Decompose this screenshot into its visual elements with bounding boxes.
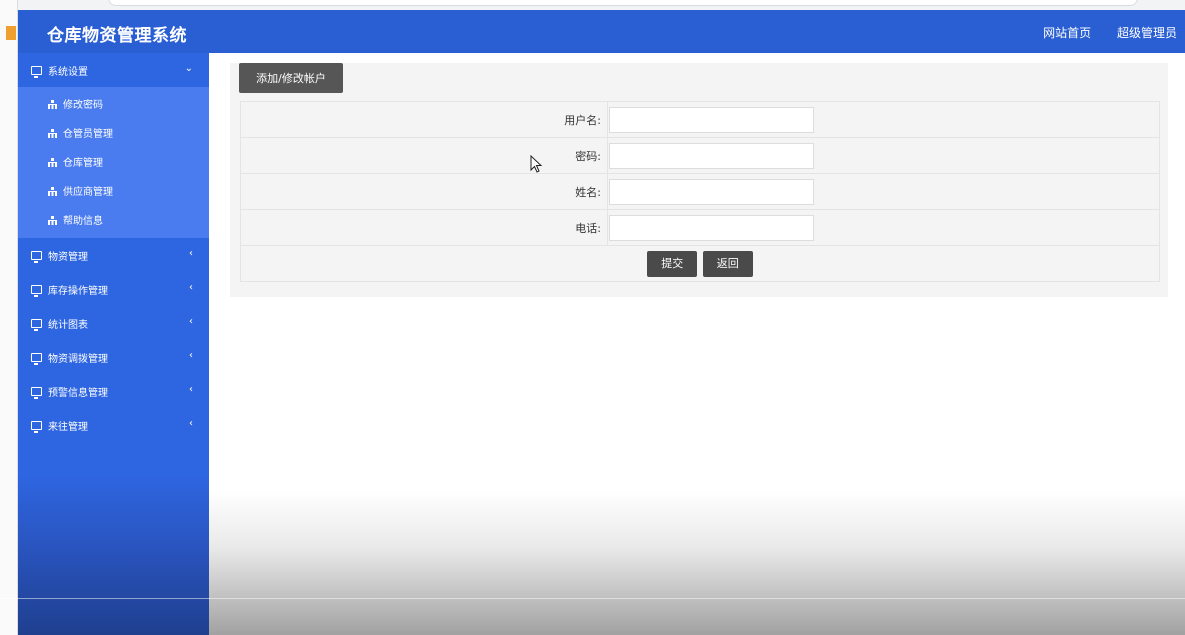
sidebar-subitem-label: 帮助信息 [63,216,103,227]
form-row: 用户名: [240,101,1160,138]
sidebar-item-system-settings[interactable]: 系统设置 ⌄ [18,53,209,87]
sidebar-item-statistics-charts[interactable]: 统计图表 ‹ [18,306,209,340]
sidebar-item-label: 来往管理 [48,421,88,433]
phone-label: 电话: [240,209,608,246]
sidebar-item-label: 预警信息管理 [48,387,108,399]
sidebar-subitem-label: 仓管员管理 [63,129,113,140]
sidebar-subitem-change-password[interactable]: 修改密码 [18,89,209,118]
user-menu-link[interactable]: 超级管理员 [1117,26,1177,40]
sidebar-item-label: 系统设置 [48,66,88,78]
sidebar-subitem-label: 供应商管理 [63,187,113,198]
password-label: 密码: [240,137,608,174]
chevron-left-icon: ‹ [189,248,193,259]
screen-fade-overlay [209,490,1185,635]
monitor-icon [31,420,42,433]
sidebar: 系统设置 ⌄ 修改密码 仓管员管理 仓库管理 供应商管理 帮助信息 物资管理 ‹ [18,53,209,635]
sidebar-item-label: 物资调拨管理 [48,353,108,365]
sitemap-icon [48,186,57,196]
sitemap-icon [48,157,57,167]
back-button[interactable]: 返回 [702,250,753,277]
chevron-down-icon: ⌄ [184,63,193,74]
monitor-icon [31,284,42,297]
sidebar-item-label: 库存操作管理 [48,285,108,297]
chevron-left-icon: ‹ [189,418,193,429]
monitor-icon [31,65,42,78]
sidebar-item-contacts[interactable]: 来往管理 ‹ [18,408,209,442]
sidebar-subitem-label: 修改密码 [63,100,103,111]
monitor-icon [31,250,42,263]
background-window-tab [6,26,16,40]
monitor-icon [31,318,42,331]
sidebar-item-material-transfer[interactable]: 物资调拨管理 ‹ [18,340,209,374]
sidebar-subitem-help-info[interactable]: 帮助信息 [18,205,209,234]
monitor-icon [31,386,42,399]
sidebar-subitem-label: 仓库管理 [63,158,103,169]
form-row: 姓名: [240,173,1160,210]
sitemap-icon [48,99,57,109]
screen-divider [0,598,1185,599]
chevron-left-icon: ‹ [189,350,193,361]
monitor-icon [31,352,42,365]
sidebar-subitem-keeper-management[interactable]: 仓管员管理 [18,118,209,147]
phone-input[interactable] [609,214,814,241]
sidebar-subitem-warehouse-management[interactable]: 仓库管理 [18,147,209,176]
username-input[interactable] [609,106,814,133]
chevron-left-icon: ‹ [189,282,193,293]
submit-button[interactable]: 提交 [647,250,698,277]
sidebar-item-inventory-operations[interactable]: 库存操作管理 ‹ [18,272,209,306]
sidebar-item-material-management[interactable]: 物资管理 ‹ [18,238,209,272]
tab-add-edit-account[interactable]: 添加/修改帐户 [239,63,343,93]
sitemap-icon [48,215,57,225]
sidebar-item-label: 物资管理 [48,251,88,263]
form-actions-row: 提交 返回 [240,245,1160,282]
chevron-left-icon: ‹ [189,384,193,395]
account-form: 用户名: 密码: 姓名: 电话: 提交 返回 [240,101,1160,282]
username-label: 用户名: [240,101,608,138]
password-input[interactable] [609,142,814,169]
background-window-edge [0,0,18,635]
form-row: 电话: [240,209,1160,246]
sidebar-subitem-supplier-management[interactable]: 供应商管理 [18,176,209,205]
chevron-left-icon: ‹ [189,316,193,327]
name-label: 姓名: [240,173,608,210]
home-link[interactable]: 网站首页 [1043,26,1091,40]
app-title: 仓库物资管理系统 [47,26,187,46]
submenu-system-settings: 修改密码 仓管员管理 仓库管理 供应商管理 帮助信息 [18,87,209,238]
form-row: 密码: [240,137,1160,174]
sidebar-item-label: 统计图表 [48,319,88,331]
sitemap-icon [48,128,57,138]
app-header: 仓库物资管理系统 网站首页 超级管理员 [18,10,1185,53]
address-bar[interactable] [108,0,1138,6]
name-input[interactable] [609,178,814,205]
header-nav: 网站首页 超级管理员 [1021,24,1177,41]
sidebar-item-warning-info[interactable]: 预警信息管理 ‹ [18,374,209,408]
browser-toolbar [18,0,1185,10]
